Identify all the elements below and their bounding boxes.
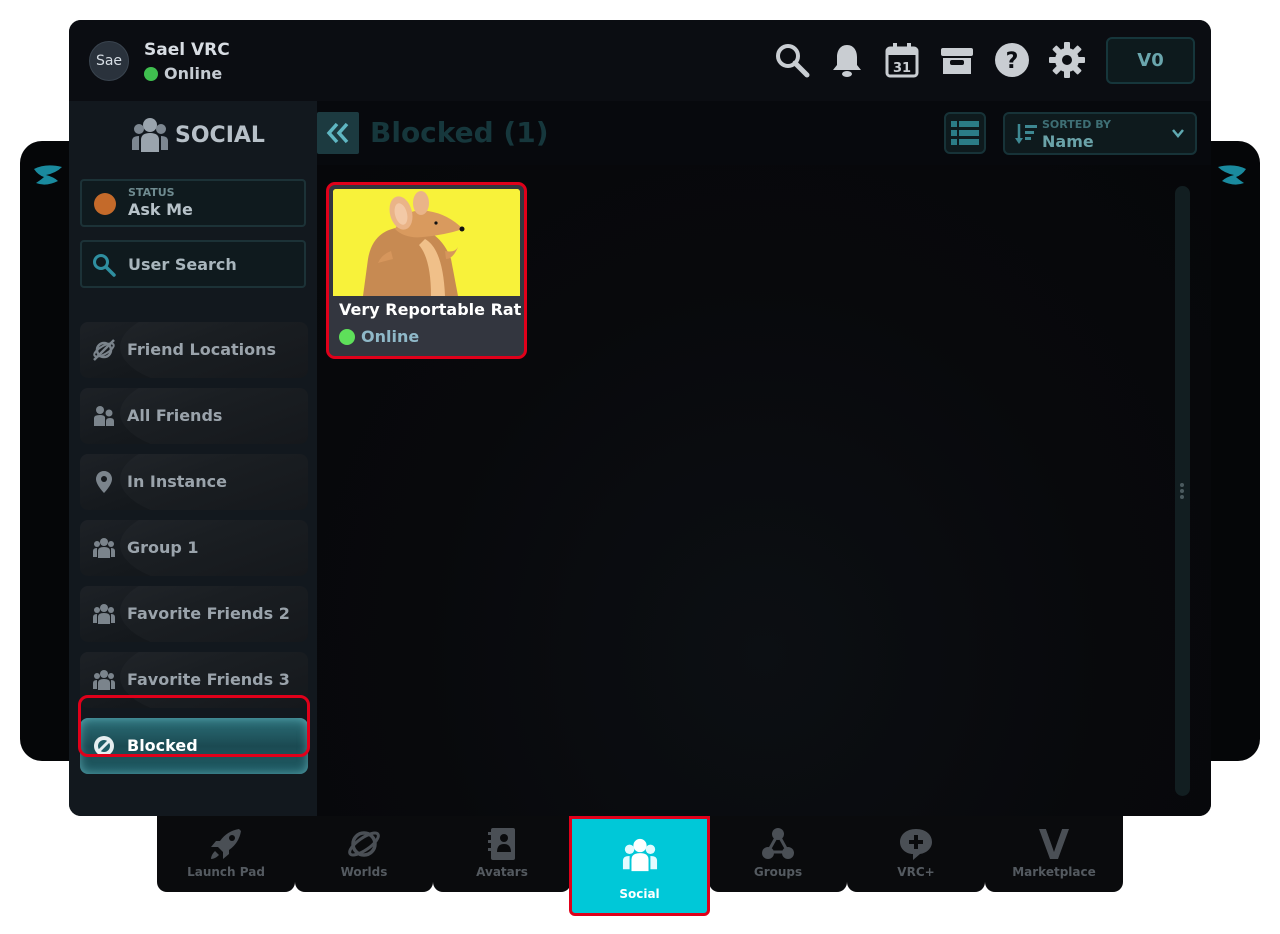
search-icon (93, 254, 116, 277)
double-chevron-left-icon (326, 122, 349, 144)
groups-nodes-icon (760, 826, 796, 862)
tab-label: Avatars (476, 865, 528, 879)
tab-worlds[interactable]: Worlds (295, 816, 433, 892)
friend-avatar-thumbnail (333, 189, 520, 296)
user-status: Online (144, 64, 222, 83)
social-header-label: SOCIAL (175, 122, 265, 148)
notifications-button[interactable] (827, 40, 867, 80)
tab-social[interactable]: Social (569, 816, 710, 916)
svg-text:31: 31 (893, 61, 911, 76)
search-button[interactable] (772, 40, 812, 80)
vrc-plus-icon (898, 826, 934, 862)
tab-label: Launch Pad (187, 865, 265, 879)
rat-avatar-image (333, 189, 520, 296)
location-pin-icon (92, 470, 116, 494)
tab-label: Social (619, 887, 660, 901)
status-label: STATUS (128, 186, 175, 199)
user-status-text: Online (164, 64, 223, 83)
user-search-placeholder: User Search (128, 255, 237, 274)
sort-dropdown[interactable]: SORTED BY Name (1003, 112, 1197, 155)
user-name: Sael VRC (144, 40, 230, 60)
friend-card[interactable]: Very Reportable Rat Online (326, 182, 527, 359)
help-icon: ? (995, 43, 1029, 77)
wing-feather-icon (34, 165, 62, 185)
chevron-down-icon (1172, 129, 1184, 138)
page-title: Blocked (1) (370, 116, 549, 149)
user-avatar[interactable]: Sae (89, 41, 129, 81)
wing-feather-icon (1218, 165, 1246, 185)
sidebar-item-friend-locations[interactable]: Friend Locations (80, 322, 308, 378)
tab-groups[interactable]: Groups (709, 816, 847, 892)
group-icon (92, 602, 116, 626)
group-icon (92, 668, 116, 692)
friend-status: Online (339, 327, 419, 346)
user-search-input[interactable]: User Search (80, 240, 306, 288)
status-color-dot (94, 193, 116, 215)
sort-icon (1015, 124, 1037, 144)
planet-slash-icon (92, 338, 116, 362)
tab-label: Worlds (340, 865, 388, 879)
tab-label: Marketplace (1012, 865, 1096, 879)
search-icon (776, 44, 810, 78)
list-view-toggle-button[interactable] (944, 112, 986, 154)
sidebar-item-label: Favorite Friends 3 (127, 670, 290, 689)
sidebar-item-label: Group 1 (127, 538, 199, 557)
settings-button[interactable] (1047, 40, 1087, 80)
vrchat-menu: Sae Sael VRC Online 31 ? V0 SOCIAL STATU… (0, 0, 1280, 934)
sidebar-item-label: In Instance (127, 472, 227, 491)
group-icon (92, 536, 116, 560)
tab-label: VRC+ (897, 865, 935, 879)
sidebar-item-group-1[interactable]: Group 1 (80, 520, 308, 576)
friends-icon (92, 404, 116, 428)
sort-value: Name (1042, 132, 1094, 151)
help-button[interactable]: ? (992, 40, 1032, 80)
social-people-icon (620, 835, 660, 875)
rocket-icon (208, 826, 244, 862)
marketplace-v-icon (1036, 826, 1072, 862)
calendar-icon: 31 (885, 43, 919, 78)
top-bar: Sae Sael VRC Online 31 ? V0 (69, 20, 1211, 101)
planet-icon (346, 826, 382, 862)
tab-label: Groups (753, 865, 803, 879)
calendar-button[interactable]: 31 (882, 40, 922, 80)
tab-marketplace[interactable]: Marketplace (985, 816, 1123, 892)
inventory-button[interactable] (937, 40, 977, 80)
collapse-sidebar-button[interactable] (317, 112, 359, 154)
online-status-dot (144, 66, 158, 81)
sidebar-item-label: Favorite Friends 2 (127, 604, 290, 623)
online-status-dot (339, 328, 355, 345)
sidebar-item-favorite-friends-2[interactable]: Favorite Friends 2 (80, 586, 308, 642)
list-view-icon (951, 121, 979, 145)
sidebar-item-label: Friend Locations (127, 340, 277, 359)
drag-handle-icon[interactable] (1179, 481, 1185, 503)
social-header: SOCIAL (131, 113, 265, 157)
bell-icon (833, 45, 861, 77)
currency-button[interactable]: V0 (1106, 37, 1195, 84)
avatar-book-icon (484, 826, 520, 862)
social-people-icon (132, 118, 168, 152)
status-value: Ask Me (128, 200, 193, 219)
sidebar-item-label: All Friends (127, 406, 223, 425)
sidebar-item-all-friends[interactable]: All Friends (80, 388, 308, 444)
sidebar-item-in-instance[interactable]: In Instance (80, 454, 308, 510)
inventory-box-icon (941, 48, 973, 74)
tab-launch-pad[interactable]: Launch Pad (157, 816, 295, 892)
friend-name: Very Reportable Rat (339, 300, 522, 319)
blocked-highlight-outline (78, 695, 310, 757)
tab-avatars[interactable]: Avatars (433, 816, 571, 892)
gear-icon (1049, 42, 1085, 78)
svg-text:?: ? (1006, 49, 1019, 74)
tab-vrc-plus[interactable]: VRC+ (847, 816, 985, 892)
friend-status-text: Online (361, 327, 420, 346)
sort-label: SORTED BY (1042, 118, 1111, 131)
status-selector[interactable]: STATUS Ask Me (80, 179, 306, 227)
